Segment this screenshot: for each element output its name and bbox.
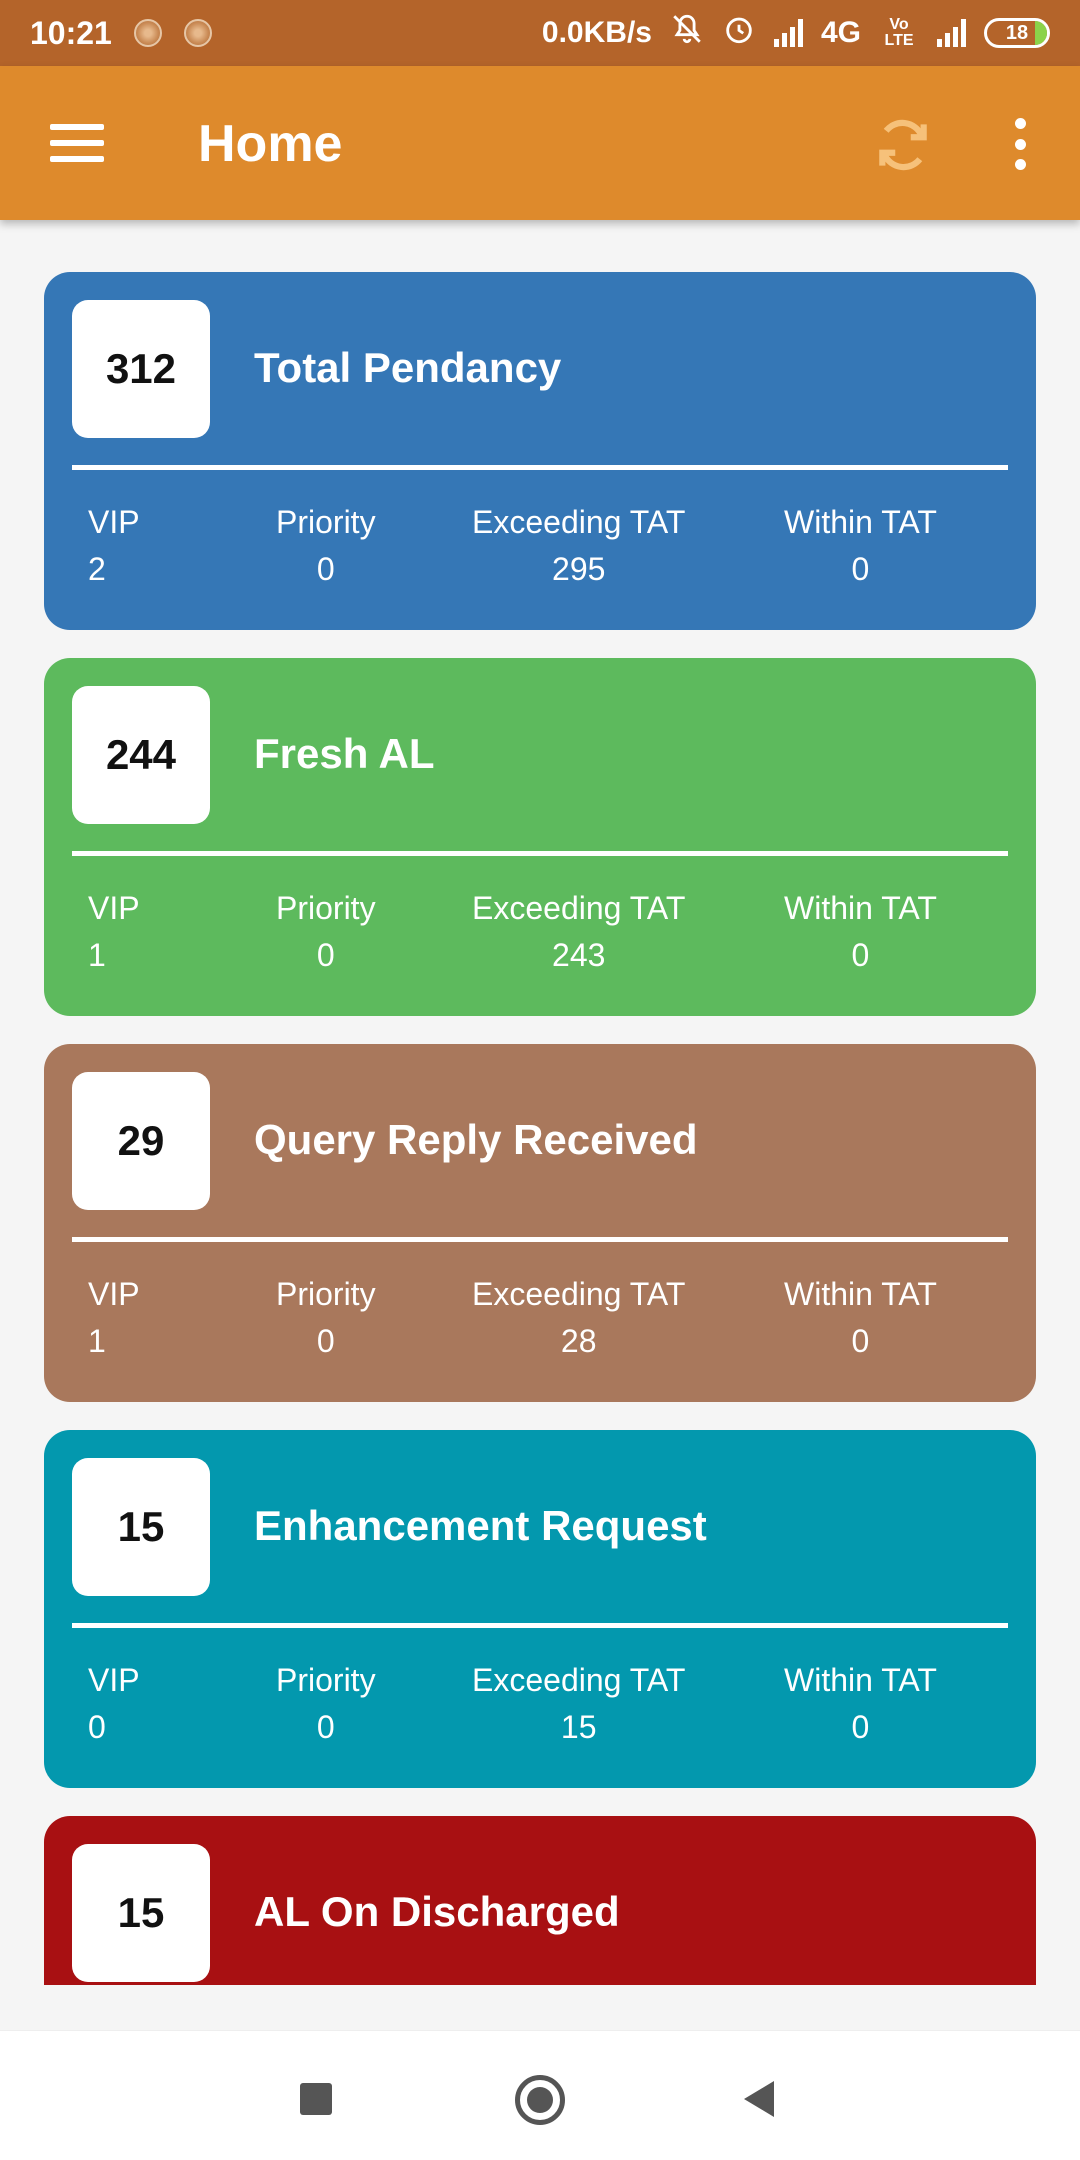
status-bar: 10:21 0.0KB/s 4G Vo LTE 18 bbox=[0, 0, 1080, 66]
card-count: 29 bbox=[72, 1072, 210, 1210]
stat-within-tat: Within TAT 0 bbox=[784, 890, 937, 973]
home-icon[interactable] bbox=[515, 2075, 565, 2125]
card-count: 15 bbox=[72, 1458, 210, 1596]
card-divider bbox=[72, 1237, 1008, 1242]
back-icon[interactable] bbox=[744, 2081, 774, 2117]
card-count: 244 bbox=[72, 686, 210, 824]
card-divider bbox=[72, 1623, 1008, 1628]
stat-exceeding-tat: Exceeding TAT 28 bbox=[472, 1276, 686, 1359]
network-speed: 0.0KB/s bbox=[541, 16, 652, 49]
alarm-icon bbox=[722, 12, 756, 54]
battery-icon: 18 bbox=[984, 18, 1050, 48]
stat-within-tat: Within TAT 0 bbox=[784, 1276, 937, 1359]
notification-icon bbox=[183, 19, 212, 47]
card-title: AL On Discharged bbox=[254, 1888, 620, 1935]
card-divider bbox=[72, 465, 1008, 470]
system-nav-bar bbox=[0, 2030, 1080, 2160]
refresh-icon[interactable] bbox=[872, 114, 934, 176]
network-type: 4G bbox=[820, 16, 861, 49]
card-al-on-discharged[interactable]: 15 AL On Discharged bbox=[44, 1816, 1036, 1985]
stat-vip: VIP 1 bbox=[88, 1276, 140, 1359]
stat-priority: Priority 0 bbox=[276, 504, 376, 587]
stat-priority: Priority 0 bbox=[276, 1276, 376, 1359]
card-title: Total Pendancy bbox=[254, 344, 562, 391]
card-title: Fresh AL bbox=[254, 730, 435, 777]
stat-within-tat: Within TAT 0 bbox=[784, 504, 937, 587]
recents-icon[interactable] bbox=[300, 2083, 332, 2115]
card-count: 15 bbox=[72, 1844, 210, 1982]
card-fresh-al[interactable]: 244 Fresh AL VIP 1 Priority 0 Exceeding … bbox=[44, 658, 1036, 1016]
stat-exceeding-tat: Exceeding TAT 295 bbox=[472, 504, 686, 587]
stat-vip: VIP 0 bbox=[88, 1662, 140, 1745]
card-divider bbox=[72, 851, 1008, 856]
mute-icon bbox=[670, 12, 704, 54]
more-vert-icon[interactable] bbox=[1008, 118, 1032, 170]
page-title: Home bbox=[198, 115, 343, 173]
card-enhancement-request[interactable]: 15 Enhancement Request VIP 0 Priority 0 … bbox=[44, 1430, 1036, 1788]
volte-badge: Vo LTE bbox=[884, 16, 914, 49]
card-title: Query Reply Received bbox=[254, 1116, 698, 1163]
menu-icon[interactable] bbox=[50, 124, 104, 162]
dashboard-list[interactable]: 312 Total Pendancy VIP 2 Priority 0 Exce… bbox=[0, 220, 1080, 1985]
card-title: Enhancement Request bbox=[254, 1502, 707, 1549]
card-query-reply-received[interactable]: 29 Query Reply Received VIP 1 Priority 0… bbox=[44, 1044, 1036, 1402]
status-time: 10:21 bbox=[30, 14, 112, 51]
stat-exceeding-tat: Exceeding TAT 243 bbox=[472, 890, 686, 973]
stat-priority: Priority 0 bbox=[276, 890, 376, 973]
stat-exceeding-tat: Exceeding TAT 15 bbox=[472, 1662, 686, 1745]
card-total-pendancy[interactable]: 312 Total Pendancy VIP 2 Priority 0 Exce… bbox=[44, 272, 1036, 630]
card-count: 312 bbox=[72, 300, 210, 438]
signal-icon bbox=[937, 19, 966, 47]
app-bar: Home bbox=[0, 66, 1080, 220]
stat-within-tat: Within TAT 0 bbox=[784, 1662, 937, 1745]
notification-icon bbox=[133, 19, 162, 47]
signal-icon bbox=[773, 19, 803, 47]
stat-vip: VIP 1 bbox=[88, 890, 140, 973]
stat-vip: VIP 2 bbox=[88, 504, 140, 587]
battery-level: 18 bbox=[1005, 21, 1029, 44]
stat-priority: Priority 0 bbox=[276, 1662, 376, 1745]
